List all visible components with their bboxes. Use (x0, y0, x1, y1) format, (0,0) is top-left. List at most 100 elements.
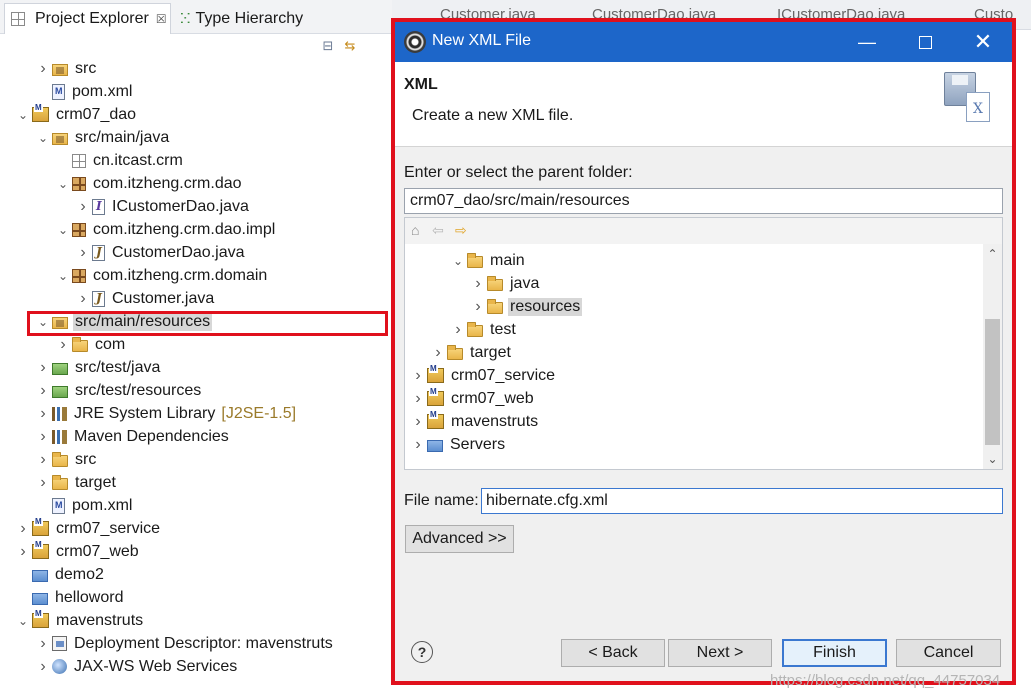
folder-tree-item[interactable]: › crm07_web (409, 387, 536, 410)
tree-item[interactable]: demo2 (14, 563, 106, 586)
chevron-right-icon[interactable]: › (469, 295, 487, 318)
chevron-down-icon[interactable]: ⌄ (14, 609, 32, 632)
scroll-up-icon[interactable]: ⌃ (983, 244, 1002, 264)
tree-item[interactable]: › target (34, 471, 118, 494)
chevron-right-icon[interactable]: › (34, 379, 52, 402)
chevron-down-icon[interactable]: ⌄ (54, 218, 72, 241)
new-xml-wizard-icon (944, 72, 992, 128)
tree-item[interactable]: ⌄ com.itzheng.crm.domain (54, 264, 269, 287)
chevron-right-icon[interactable]: › (409, 387, 427, 410)
folder-tree-item[interactable]: › java (469, 272, 541, 295)
tree-item[interactable]: ⌄ com.itzheng.crm.dao.impl (54, 218, 277, 241)
folder-tree-item[interactable]: › mavenstruts (409, 410, 540, 433)
tree-item[interactable]: › Deployment Descriptor: mavenstruts (34, 632, 335, 655)
chevron-down-icon[interactable]: ⌄ (34, 126, 52, 149)
tree-item[interactable]: › ICustomerDao.java (74, 195, 251, 218)
collapse-all-icon[interactable]: ⊟ (319, 38, 337, 54)
next-button[interactable]: Next > (668, 639, 772, 667)
eclipse-icon (404, 31, 426, 53)
minimize-button[interactable]: — (838, 22, 896, 62)
chevron-right-icon[interactable]: › (34, 356, 52, 379)
tree-item-label: Maven Dependencies (74, 427, 229, 445)
tree-item[interactable]: › src (34, 57, 98, 80)
chevron-down-icon[interactable]: ⌄ (54, 172, 72, 195)
tree-item[interactable]: › crm07_service (14, 517, 162, 540)
tree-item[interactable]: › JRE System Library [J2SE-1.5] (34, 402, 296, 425)
chevron-right-icon[interactable]: › (469, 272, 487, 295)
chevron-right-icon[interactable]: › (449, 318, 467, 341)
chevron-right-icon[interactable]: › (14, 517, 32, 540)
folder-tree-item[interactable]: › target (429, 341, 513, 364)
file-name-input[interactable] (481, 488, 1003, 514)
tree-item[interactable]: › Customer.java (74, 287, 216, 310)
chevron-right-icon[interactable]: › (409, 433, 427, 456)
maximize-button[interactable] (896, 22, 954, 62)
tree-item[interactable]: pom.xml (34, 80, 134, 103)
tree-item[interactable]: cn.itcast.crm (54, 149, 185, 172)
chevron-right-icon[interactable]: › (74, 287, 92, 310)
close-icon[interactable]: ☒ (156, 12, 167, 26)
tree-item[interactable]: ⌄ com.itzheng.crm.dao (54, 172, 244, 195)
folder-tree-item[interactable]: › resources (469, 295, 583, 318)
chevron-right-icon[interactable]: › (14, 540, 32, 563)
chevron-right-icon[interactable]: › (34, 57, 52, 80)
tree-item[interactable]: helloword (14, 586, 125, 609)
folder-tree-item[interactable]: › test (449, 318, 518, 341)
link-with-editor-icon[interactable]: ⇆ (341, 38, 359, 54)
back-arrow-icon[interactable]: ⇦ (432, 222, 444, 239)
tree-item[interactable]: › crm07_web (14, 540, 141, 563)
tree-item[interactable]: › JAX-WS Web Services (34, 655, 239, 678)
vertical-scrollbar[interactable]: ⌃ ⌄ (983, 244, 1002, 469)
folder-tree-item[interactable]: › crm07_service (409, 364, 557, 387)
help-icon[interactable]: ? (411, 641, 433, 663)
tree-item[interactable]: ⌄ mavenstruts (14, 609, 145, 632)
tree-item[interactable]: ⌄ src/main/java (34, 126, 171, 149)
chevron-down-icon[interactable]: ⌄ (449, 249, 467, 272)
tree-item[interactable]: › CustomerDao.java (74, 241, 247, 264)
finish-button[interactable]: Finish (782, 639, 887, 667)
tree-item[interactable]: › Maven Dependencies (34, 425, 231, 448)
chevron-right-icon[interactable]: › (409, 410, 427, 433)
scroll-thumb[interactable] (985, 319, 1000, 445)
tree-item-label: target (75, 473, 116, 491)
tree-item[interactable]: › src (34, 448, 98, 471)
home-icon[interactable]: ⌂ (411, 222, 419, 238)
advanced-button[interactable]: Advanced >> (405, 525, 514, 553)
chevron-down-icon[interactable]: ⌄ (54, 264, 72, 287)
folder-icon (447, 344, 463, 360)
chevron-right-icon[interactable]: › (54, 333, 72, 356)
forward-arrow-icon[interactable]: ⇨ (455, 222, 467, 239)
tree-item[interactable]: › src/test/resources (34, 379, 203, 402)
close-button[interactable]: ✕ (954, 22, 1012, 62)
chevron-right-icon[interactable]: › (409, 364, 427, 387)
chevron-right-icon[interactable]: › (429, 341, 447, 364)
tab-type-hierarchy[interactable]: ⵘ Type Hierarchy (174, 3, 324, 34)
chevron-right-icon[interactable]: › (34, 425, 52, 448)
chevron-right-icon[interactable]: › (74, 195, 92, 218)
back-button[interactable]: < Back (561, 639, 665, 667)
tab-project-explorer[interactable]: Project Explorer ☒ (4, 3, 171, 34)
wizard-title: XML (404, 76, 438, 93)
scroll-down-icon[interactable]: ⌄ (983, 449, 1002, 469)
tree-item[interactable]: pom.xml (34, 494, 134, 517)
chevron-down-icon[interactable]: ⌄ (14, 103, 32, 126)
project-explorer-panel: Project Explorer ☒ ⵘ Type Hierarchy ⊟ ⇆ … (0, 0, 392, 699)
maximize-icon (918, 35, 932, 49)
chevron-right-icon[interactable]: › (34, 471, 52, 494)
tree-item[interactable]: › com (54, 333, 127, 356)
dialog-title-bar[interactable]: New XML File — ✕ (395, 22, 1012, 62)
folder-icon (427, 439, 443, 452)
tree-item[interactable]: › src/test/java (34, 356, 162, 379)
chevron-right-icon[interactable]: › (34, 448, 52, 471)
folder-tree-item[interactable]: ⌄ main (449, 249, 527, 272)
tree-item[interactable]: ⌄ crm07_dao (14, 103, 138, 126)
cancel-button[interactable]: Cancel (896, 639, 1001, 667)
tree-item-label: src (75, 450, 97, 468)
chevron-right-icon[interactable]: › (34, 655, 52, 678)
chevron-right-icon[interactable]: › (34, 632, 52, 655)
chevron-right-icon[interactable]: › (34, 402, 52, 425)
folder-tree-item[interactable]: › Servers (409, 433, 507, 456)
parent-folder-input[interactable] (404, 188, 1003, 214)
folder-tree-item-label: java (510, 274, 540, 292)
chevron-right-icon[interactable]: › (74, 241, 92, 264)
